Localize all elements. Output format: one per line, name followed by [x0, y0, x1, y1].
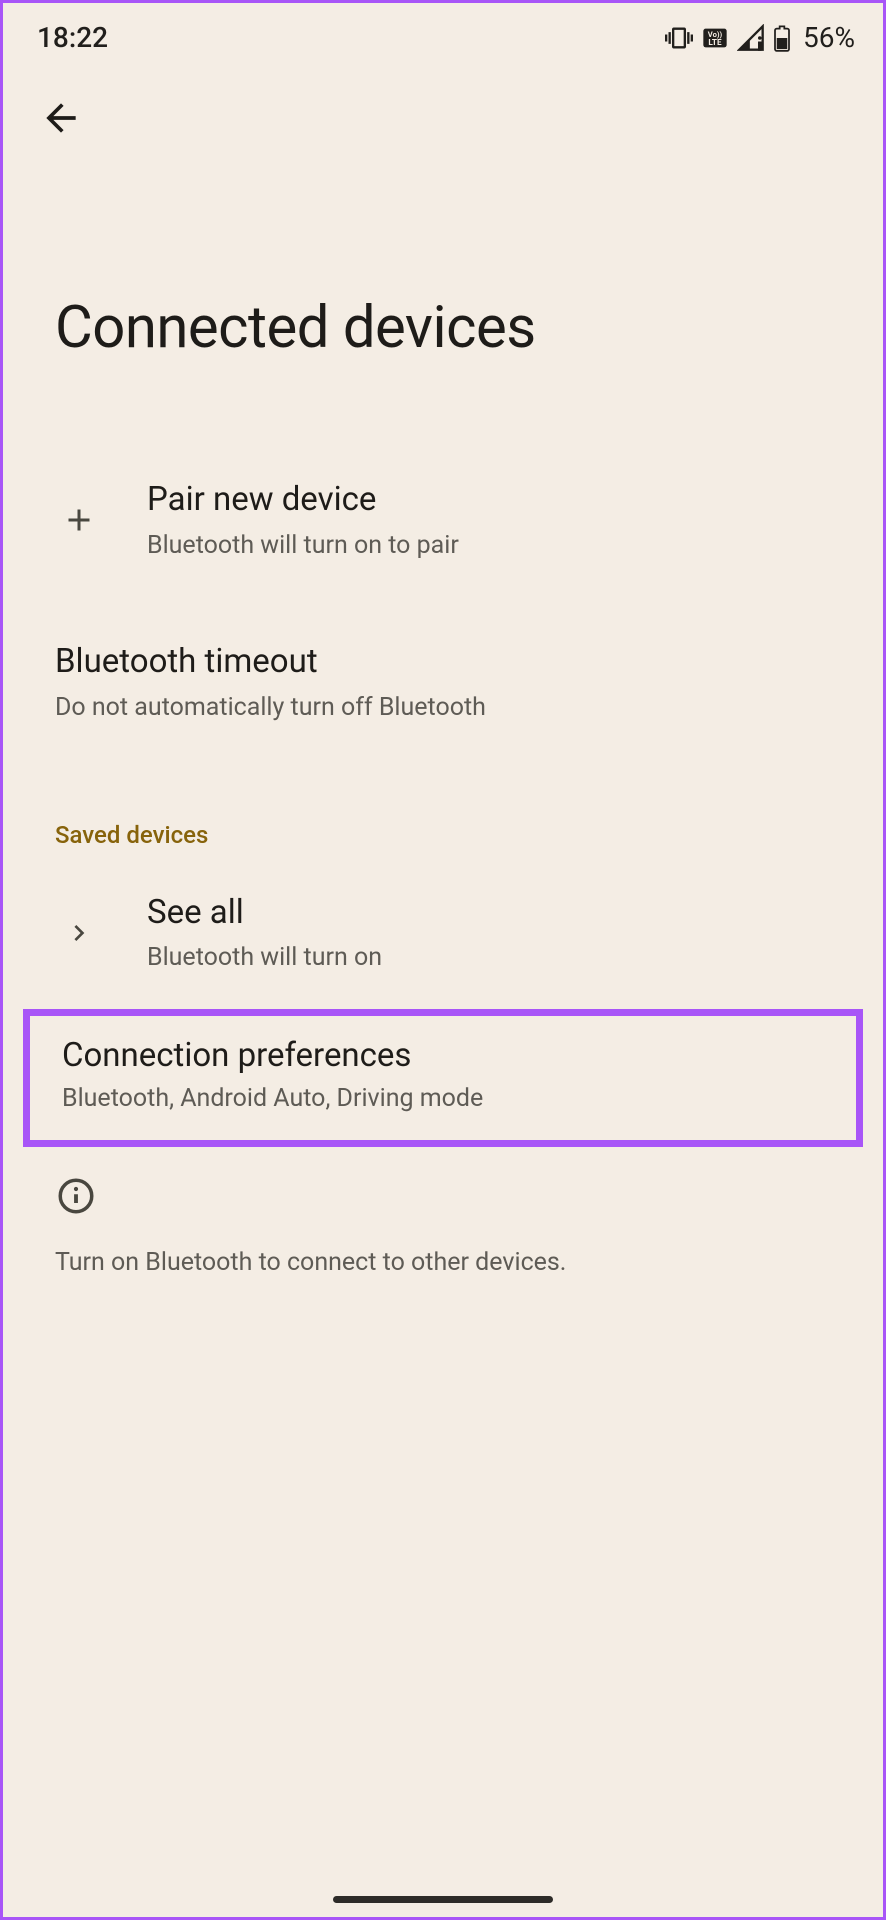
chevron-right-icon	[63, 917, 95, 949]
prefs-title: Connection preferences	[62, 1034, 824, 1079]
plus-icon	[61, 502, 97, 538]
battery-icon	[773, 24, 791, 52]
bluetooth-timeout-item[interactable]: Bluetooth timeout Do not automatically t…	[3, 612, 883, 752]
status-icons: Vo))LTE 56%	[665, 21, 855, 54]
info-section: Turn on Bluetooth to connect to other de…	[3, 1153, 883, 1302]
see-all-item[interactable]: See all Bluetooth will turn on	[3, 863, 883, 1003]
battery-percent: 56%	[803, 21, 855, 54]
saved-devices-header: Saved devices	[3, 787, 883, 863]
svg-text:LTE: LTE	[708, 37, 722, 47]
volte-icon: Vo))LTE	[701, 24, 729, 52]
prefs-subtitle: Bluetooth, Android Auto, Driving mode	[62, 1082, 824, 1116]
arrow-back-icon	[39, 96, 83, 140]
signal-icon	[737, 24, 765, 52]
info-icon	[55, 1175, 97, 1217]
seeall-title: See all	[147, 891, 831, 936]
pair-new-device-item[interactable]: Pair new device Bluetooth will turn on t…	[3, 450, 883, 590]
info-text: Turn on Bluetooth to connect to other de…	[55, 1245, 831, 1280]
timeout-title: Bluetooth timeout	[55, 640, 831, 685]
pair-title: Pair new device	[147, 478, 831, 523]
status-bar: 18:22 Vo))LTE 56%	[3, 3, 883, 64]
pair-subtitle: Bluetooth will turn on to pair	[147, 529, 831, 563]
navigation-gesture-bar[interactable]	[333, 1896, 553, 1903]
seeall-subtitle: Bluetooth will turn on	[147, 941, 831, 975]
back-button[interactable]	[3, 64, 883, 144]
page-title: Connected devices	[3, 144, 883, 362]
timeout-subtitle: Do not automatically turn off Bluetooth	[55, 691, 831, 725]
connection-preferences-item[interactable]: Connection preferences Bluetooth, Androi…	[23, 1009, 863, 1147]
status-time: 18:22	[37, 21, 108, 54]
vibrate-icon	[665, 24, 693, 52]
